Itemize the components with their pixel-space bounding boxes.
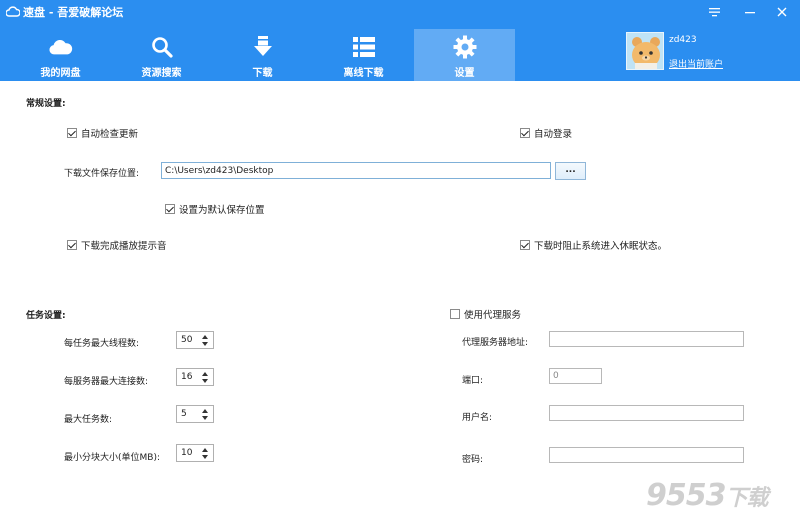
checkbox-label: 设置为默认保存位置 [179, 205, 265, 216]
play-sound-checkbox[interactable]: 下载完成播放提示音 [67, 238, 167, 252]
nav-label: 离线下载 [343, 68, 384, 79]
stepper-arrows-icon[interactable] [202, 333, 211, 347]
checkbox-box [520, 128, 530, 138]
browse-button[interactable]: ... [555, 162, 586, 180]
checkbox-label: 自动检查更新 [81, 129, 139, 140]
close-icon[interactable] [774, 4, 790, 20]
general-section-title: 常规设置: [26, 99, 66, 109]
watermark-suffix: 下载 [725, 486, 769, 511]
watermark-number: 9553 [646, 478, 726, 513]
proxy-server-input[interactable] [549, 331, 744, 347]
checkbox-box [165, 204, 175, 214]
app-title: 速盘 - 吾爱破解论坛 [6, 4, 123, 20]
proxy-username-label: 用户名: [462, 413, 493, 423]
max-threads-stepper[interactable]: 50 [176, 331, 214, 349]
use-proxy-checkbox[interactable]: 使用代理服务 [450, 307, 521, 321]
min-chunk-label: 最小分块大小(单位MB): [64, 453, 160, 463]
checkbox-label: 下载完成播放提示音 [81, 241, 167, 252]
save-path-input[interactable]: C:\Users\zd423\Desktop [161, 162, 551, 179]
max-tasks-label: 最大任务数: [64, 415, 113, 425]
header-bar: 速盘 - 吾爱破解论坛 我的网盘 资源搜索 下载 离线下载 设置 zd423 退… [0, 0, 800, 81]
checkbox-box [450, 309, 460, 319]
app-title-text: 速盘 - 吾爱破解论坛 [23, 6, 124, 19]
gear-icon [453, 35, 477, 59]
proxy-server-label: 代理服务器地址: [462, 338, 529, 348]
nav-label: 设置 [454, 68, 475, 79]
task-section-title: 任务设置: [26, 311, 66, 321]
prevent-sleep-checkbox[interactable]: 下载时阻止系统进入休眠状态。 [520, 238, 667, 252]
max-connections-stepper[interactable]: 16 [176, 368, 214, 386]
logout-link[interactable]: 退出当前账户 [669, 57, 723, 70]
checkbox-label: 使用代理服务 [464, 310, 522, 321]
cloud-logo-icon [6, 6, 20, 17]
auto-login-checkbox[interactable]: 自动登录 [520, 126, 572, 140]
set-default-path-checkbox[interactable]: 设置为默认保存位置 [165, 202, 265, 216]
cloud-icon [48, 35, 73, 59]
avatar[interactable] [626, 32, 664, 70]
proxy-password-input[interactable] [549, 447, 744, 463]
proxy-port-input[interactable]: 0 [549, 368, 602, 384]
stepper-value: 16 [181, 372, 193, 382]
nav-my-drive[interactable]: 我的网盘 [10, 29, 111, 81]
max-threads-label: 每任务最大线程数: [64, 339, 140, 349]
search-icon [150, 35, 174, 59]
checkbox-box [67, 128, 77, 138]
menu-icon[interactable] [706, 4, 722, 20]
app-window: 速盘 - 吾爱破解论坛 我的网盘 资源搜索 下载 离线下载 设置 zd423 退… [0, 0, 800, 516]
max-connections-label: 每服务器最大连接数: [64, 377, 149, 387]
nav-resource-search[interactable]: 资源搜索 [111, 29, 212, 81]
nav-label: 资源搜索 [141, 68, 182, 79]
proxy-username-input[interactable] [549, 405, 744, 421]
auto-update-checkbox[interactable]: 自动检查更新 [67, 126, 138, 140]
checkbox-label: 下载时阻止系统进入休眠状态。 [534, 241, 668, 252]
nav-offline-download[interactable]: 离线下载 [313, 29, 414, 81]
stepper-arrows-icon[interactable] [202, 446, 211, 460]
min-chunk-stepper[interactable]: 10 [176, 444, 214, 462]
save-path-label: 下载文件保存位置: [64, 169, 140, 179]
nav-label: 下载 [252, 68, 273, 79]
proxy-password-label: 密码: [462, 455, 484, 465]
checkbox-box [520, 240, 530, 250]
checkbox-label: 自动登录 [534, 129, 573, 140]
username: zd423 [669, 35, 697, 45]
nav-label: 我的网盘 [40, 68, 81, 79]
max-tasks-stepper[interactable]: 5 [176, 405, 214, 423]
watermark: 9553下载 [646, 478, 769, 513]
nav-settings[interactable]: 设置 [414, 29, 515, 81]
download-icon [251, 35, 275, 59]
proxy-port-label: 端口: [462, 376, 484, 386]
stepper-value: 10 [181, 448, 193, 458]
stepper-arrows-icon[interactable] [202, 407, 211, 421]
stepper-value: 5 [181, 409, 187, 419]
main-nav: 我的网盘 资源搜索 下载 离线下载 设置 [10, 29, 515, 81]
title-bar: 速盘 - 吾爱破解论坛 [0, 0, 800, 24]
stepper-arrows-icon[interactable] [202, 370, 211, 384]
checkbox-box [67, 240, 77, 250]
minimize-icon[interactable] [742, 4, 758, 20]
stepper-value: 50 [181, 335, 193, 345]
list-icon [352, 35, 376, 59]
nav-download[interactable]: 下载 [212, 29, 313, 81]
